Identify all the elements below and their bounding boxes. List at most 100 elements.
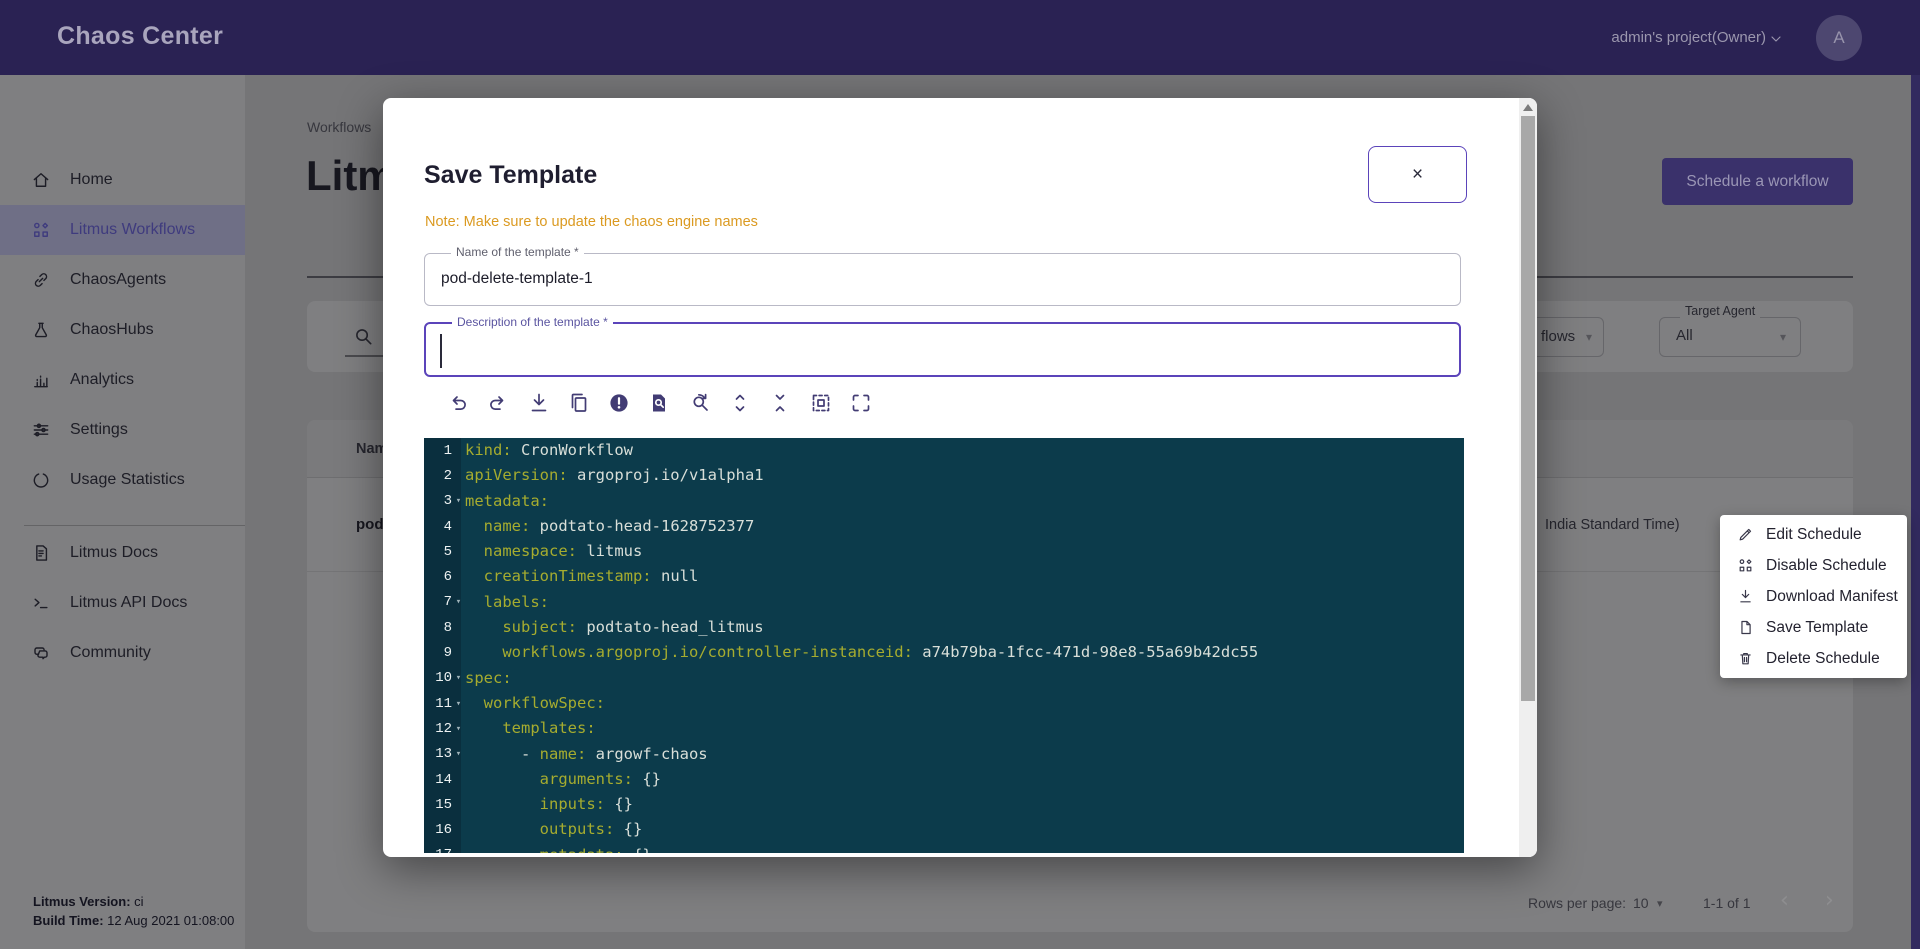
line-number: 17 <box>424 847 452 853</box>
text-caret <box>440 334 442 368</box>
template-description-field[interactable]: Description of the template * <box>424 322 1461 377</box>
sidebar-item-label: ChaosAgents <box>70 271 166 289</box>
build-value: 12 Aug 2021 01:08:00 <box>104 913 235 928</box>
menu-item-save-template[interactable]: Save Template <box>1720 613 1907 643</box>
sidebar-item-analytics[interactable]: Analytics <box>0 355 245 405</box>
sidebar-item-label: Litmus API Docs <box>70 594 187 612</box>
line-number: 16 <box>424 822 452 838</box>
template-name-value: pod-delete-template-1 <box>441 270 593 288</box>
sidebar-item-home[interactable]: Home <box>0 155 245 205</box>
dropdown-arrow-icon[interactable]: ▾ <box>1586 330 1592 344</box>
editor-line: 7▾ labels: <box>424 590 1464 615</box>
unfold-more-icon[interactable] <box>728 391 752 415</box>
unfold-less-icon[interactable] <box>768 391 792 415</box>
line-number: 5 <box>424 544 452 560</box>
settings-icon <box>31 420 51 440</box>
editor-line: 8 subject: podtato-head_litmus <box>424 615 1464 640</box>
error-icon[interactable] <box>607 391 631 415</box>
target-agent-value[interactable]: All <box>1676 327 1693 344</box>
template-name-field[interactable]: Name of the template * pod-delete-templa… <box>424 253 1461 306</box>
sidebar-item-label: Community <box>70 644 151 662</box>
line-number: 10 <box>424 670 452 686</box>
editor-line: 12▾ templates: <box>424 716 1464 741</box>
dropdown-arrow-icon[interactable]: ▾ <box>1657 897 1663 910</box>
avatar[interactable]: A <box>1816 15 1862 61</box>
editor-line: 3▾metadata: <box>424 489 1464 514</box>
fold-arrow-icon[interactable]: ▾ <box>452 749 465 759</box>
menu-item-download-manifest[interactable]: Download Manifest <box>1720 582 1907 612</box>
chevron-down-icon[interactable] <box>1768 31 1784 47</box>
download-icon[interactable] <box>527 391 551 415</box>
editor-line: 13▾ - name: argowf-chaos <box>424 742 1464 767</box>
sidebar-nav: Home Litmus Workflows ChaosAgents ChaosHubs… <box>0 155 245 678</box>
line-number: 7 <box>424 594 452 610</box>
menu-item-edit-schedule[interactable]: Edit Schedule <box>1720 520 1907 550</box>
page-title: Litm <box>306 152 395 200</box>
editor-toolbar <box>446 391 889 417</box>
sidebar: Home Litmus Workflows ChaosAgents ChaosHubs… <box>0 75 245 949</box>
fold-arrow-icon[interactable]: ▾ <box>452 496 465 506</box>
sidebar-item-community[interactable]: Community <box>0 628 245 678</box>
rows-per-page-select[interactable]: 10 <box>1633 895 1649 911</box>
undo-icon[interactable] <box>446 391 470 415</box>
fold-arrow-icon[interactable]: ▾ <box>452 699 465 709</box>
pagination-next-button[interactable]: › <box>1825 888 1834 913</box>
analytics-icon <box>31 370 51 390</box>
fullscreen-icon[interactable] <box>849 391 873 415</box>
editor-line: 4 name: podtato-head-1628752377 <box>424 514 1464 539</box>
line-number: 9 <box>424 645 452 661</box>
fold-arrow-icon[interactable]: ▾ <box>452 597 465 607</box>
scrollbar-thumb[interactable] <box>1521 116 1535 701</box>
terminal-icon <box>31 593 51 613</box>
editor-line: 16 outputs: {} <box>424 817 1464 842</box>
line-number: 4 <box>424 519 452 535</box>
find-in-page-icon[interactable] <box>647 391 671 415</box>
menu-item-label: Save Template <box>1766 619 1868 637</box>
editor-line: 9 workflows.argoproj.io/controller-insta… <box>424 640 1464 665</box>
sidebar-item-usage-statistics[interactable]: Usage Statistics <box>0 455 245 505</box>
build-label: Build Time: <box>33 913 104 928</box>
rows-per-page-label: Rows per page: <box>1528 895 1626 911</box>
editor-line: 15 inputs: {} <box>424 792 1464 817</box>
modal-scrollbar <box>1519 98 1537 857</box>
copy-icon[interactable] <box>567 391 591 415</box>
menu-item-label: Download Manifest <box>1766 588 1898 606</box>
search-icon[interactable] <box>352 325 375 348</box>
sidebar-item-label: Litmus Docs <box>70 544 158 562</box>
dropdown-arrow-icon[interactable]: ▾ <box>1780 330 1786 344</box>
project-selector[interactable]: admin's project(Owner) <box>1600 29 1766 46</box>
menu-item-label: Edit Schedule <box>1766 526 1862 544</box>
close-button[interactable]: × <box>1368 146 1467 203</box>
select-all-icon[interactable] <box>809 391 833 415</box>
sidebar-item-label: Home <box>70 171 113 189</box>
editor-code: 1kind: CronWorkflow2apiVersion: argoproj… <box>424 438 1464 853</box>
sidebar-item-litmus-workflows[interactable]: Litmus Workflows <box>0 205 245 255</box>
find-replace-icon[interactable] <box>688 391 712 415</box>
sidebar-divider <box>24 525 245 526</box>
redo-icon[interactable] <box>486 391 510 415</box>
line-number: 13 <box>424 746 452 762</box>
version-label: Litmus Version: <box>33 894 131 909</box>
line-number: 12 <box>424 721 452 737</box>
workflows-filter-value[interactable]: flows <box>1541 328 1575 345</box>
sidebar-item-settings[interactable]: Settings <box>0 405 245 455</box>
breadcrumb[interactable]: Workflows <box>307 119 371 135</box>
sidebar-item-litmus-api-docs[interactable]: Litmus API Docs <box>0 578 245 628</box>
scrollbar-up-arrow-icon[interactable] <box>1523 104 1533 111</box>
line-number: 2 <box>424 468 452 484</box>
editor-line: 14 arguments: {} <box>424 767 1464 792</box>
fold-arrow-icon[interactable]: ▾ <box>452 724 465 734</box>
sidebar-item-label: ChaosHubs <box>70 321 154 339</box>
menu-item-disable-schedule[interactable]: Disable Schedule <box>1720 551 1907 581</box>
schedule-workflow-button[interactable]: Schedule a workflow <box>1662 158 1853 205</box>
yaml-editor[interactable]: 1kind: CronWorkflow2apiVersion: argoproj… <box>424 438 1464 853</box>
fold-arrow-icon[interactable]: ▾ <box>452 673 465 683</box>
sidebar-item-chaoshubs[interactable]: ChaosHubs <box>0 305 245 355</box>
menu-item-delete-schedule[interactable]: Delete Schedule <box>1720 644 1907 674</box>
sidebar-item-label: Usage Statistics <box>70 471 185 489</box>
sidebar-item-litmus-docs[interactable]: Litmus Docs <box>0 528 245 578</box>
app-root: Chaos Center admin's project(Owner) A Ho… <box>0 0 1920 949</box>
sidebar-item-chaosagents[interactable]: ChaosAgents <box>0 255 245 305</box>
pagination-prev-button[interactable]: ‹ <box>1780 888 1789 913</box>
page-scrollbar[interactable] <box>1911 75 1920 949</box>
